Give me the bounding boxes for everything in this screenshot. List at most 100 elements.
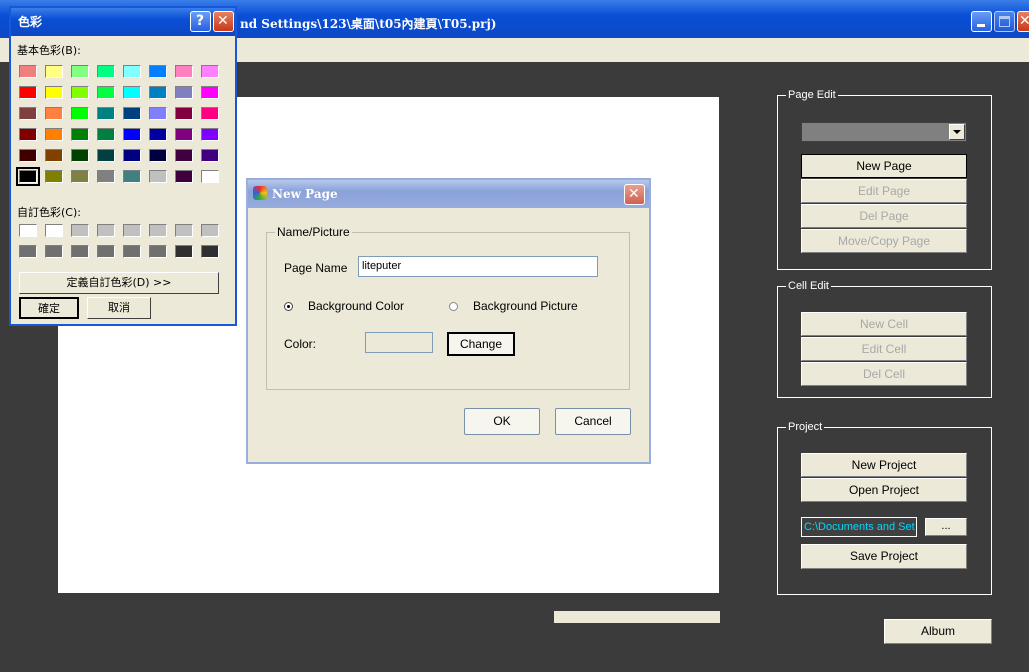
basic-color-swatch[interactable] [97, 149, 115, 162]
ok-button[interactable]: OK [464, 408, 540, 435]
basic-color-swatch[interactable] [201, 170, 219, 183]
basic-color-swatch[interactable] [123, 65, 141, 78]
custom-color-swatch[interactable] [71, 224, 89, 237]
color-ok-button[interactable]: 確定 [19, 297, 79, 319]
background-color-label: Background Color [308, 299, 405, 313]
custom-color-swatch[interactable] [149, 224, 167, 237]
maximize-button[interactable] [994, 11, 1015, 32]
custom-color-swatch[interactable] [123, 245, 141, 258]
color-label: Color: [284, 337, 317, 351]
basic-color-swatch[interactable] [175, 65, 193, 78]
basic-color-swatch[interactable] [45, 65, 63, 78]
color-dialog-close-button[interactable]: ✕ [213, 11, 234, 32]
custom-color-swatch[interactable] [71, 245, 89, 258]
minimize-button[interactable] [971, 11, 992, 32]
custom-color-swatch[interactable] [201, 245, 219, 258]
basic-color-swatch[interactable] [201, 65, 219, 78]
del-cell-button[interactable]: Del Cell [801, 362, 967, 386]
help-button[interactable]: ? [190, 11, 211, 32]
basic-color-swatch[interactable] [123, 128, 141, 141]
basic-color-swatch[interactable] [149, 65, 167, 78]
new-page-dialog: New Page ✕ Name/Picture Page Name litepu… [246, 178, 651, 464]
basic-color-swatch[interactable] [149, 107, 167, 120]
cancel-button[interactable]: Cancel [555, 408, 631, 435]
basic-color-swatch[interactable] [149, 86, 167, 99]
new-page-title-bar: New Page ✕ [248, 180, 649, 208]
custom-color-swatch[interactable] [149, 245, 167, 258]
album-button[interactable]: Album [884, 619, 992, 644]
basic-color-swatch[interactable] [71, 170, 89, 183]
basic-color-swatch[interactable] [97, 128, 115, 141]
basic-color-swatch[interactable] [45, 107, 63, 120]
basic-color-swatch[interactable] [19, 107, 37, 120]
help-icon: ? [196, 13, 205, 29]
basic-color-swatch[interactable] [175, 128, 193, 141]
basic-color-swatch[interactable] [97, 107, 115, 120]
color-cancel-button[interactable]: 取消 [87, 297, 151, 319]
custom-color-swatch[interactable] [19, 224, 37, 237]
basic-color-swatch[interactable] [175, 170, 193, 183]
basic-color-swatch[interactable] [123, 149, 141, 162]
basic-color-swatch[interactable] [45, 170, 63, 183]
basic-color-swatch[interactable] [97, 65, 115, 78]
save-project-button[interactable]: Save Project [801, 544, 967, 569]
basic-color-swatch[interactable] [16, 167, 40, 186]
custom-color-swatch[interactable] [175, 245, 193, 258]
page-name-input[interactable]: liteputer [358, 256, 598, 277]
basic-color-swatch[interactable] [19, 149, 37, 162]
custom-color-swatch[interactable] [123, 224, 141, 237]
edit-page-button[interactable]: Edit Page [801, 179, 967, 203]
basic-color-swatch[interactable] [97, 86, 115, 99]
edit-cell-button[interactable]: Edit Cell [801, 337, 967, 361]
basic-color-swatch[interactable] [201, 149, 219, 162]
custom-color-swatch[interactable] [45, 245, 63, 258]
custom-color-swatch[interactable] [97, 224, 115, 237]
del-page-button[interactable]: Del Page [801, 204, 967, 228]
basic-color-swatch[interactable] [123, 86, 141, 99]
move-copy-page-button[interactable]: Move/Copy Page [801, 229, 967, 253]
basic-color-swatch[interactable] [149, 149, 167, 162]
basic-color-swatch[interactable] [201, 128, 219, 141]
open-project-button[interactable]: Open Project [801, 478, 967, 502]
custom-color-swatch[interactable] [45, 224, 63, 237]
basic-color-swatch[interactable] [97, 170, 115, 183]
basic-color-swatch[interactable] [45, 128, 63, 141]
basic-color-swatch[interactable] [201, 107, 219, 120]
basic-color-swatch[interactable] [123, 107, 141, 120]
basic-color-swatch[interactable] [175, 149, 193, 162]
custom-color-swatch[interactable] [97, 245, 115, 258]
basic-color-swatch[interactable] [19, 128, 37, 141]
custom-color-swatch[interactable] [19, 245, 37, 258]
basic-color-swatch[interactable] [19, 65, 37, 78]
basic-color-swatch[interactable] [175, 107, 193, 120]
basic-color-swatch[interactable] [201, 86, 219, 99]
page-edit-label: Page Edit [786, 88, 838, 102]
basic-color-swatch[interactable] [149, 170, 167, 183]
basic-color-swatch[interactable] [175, 86, 193, 99]
basic-color-swatch[interactable] [71, 86, 89, 99]
background-picture-radio[interactable] [449, 302, 458, 311]
new-page-close-button[interactable]: ✕ [624, 184, 645, 205]
new-cell-button[interactable]: New Cell [801, 312, 967, 336]
basic-color-swatch[interactable] [123, 170, 141, 183]
basic-color-swatch[interactable] [71, 128, 89, 141]
custom-color-swatch[interactable] [175, 224, 193, 237]
basic-color-swatch[interactable] [71, 149, 89, 162]
close-button[interactable]: ✕ [1017, 11, 1029, 32]
project-path-field[interactable]: C:\Documents and Set [801, 517, 917, 537]
dropdown-button[interactable] [949, 124, 965, 140]
basic-color-swatch[interactable] [45, 149, 63, 162]
define-custom-colors-button[interactable]: 定義自訂色彩(D) >> [19, 272, 219, 294]
basic-color-swatch[interactable] [71, 65, 89, 78]
change-color-button[interactable]: Change [447, 332, 515, 356]
custom-color-swatch[interactable] [201, 224, 219, 237]
new-page-button[interactable]: New Page [801, 154, 967, 178]
new-project-button[interactable]: New Project [801, 453, 967, 477]
background-color-radio[interactable] [284, 302, 293, 311]
browse-button[interactable]: ... [925, 518, 967, 536]
page-select-dropdown[interactable] [801, 122, 967, 142]
basic-color-swatch[interactable] [19, 86, 37, 99]
basic-color-swatch[interactable] [149, 128, 167, 141]
basic-color-swatch[interactable] [45, 86, 63, 99]
basic-color-swatch[interactable] [71, 107, 89, 120]
